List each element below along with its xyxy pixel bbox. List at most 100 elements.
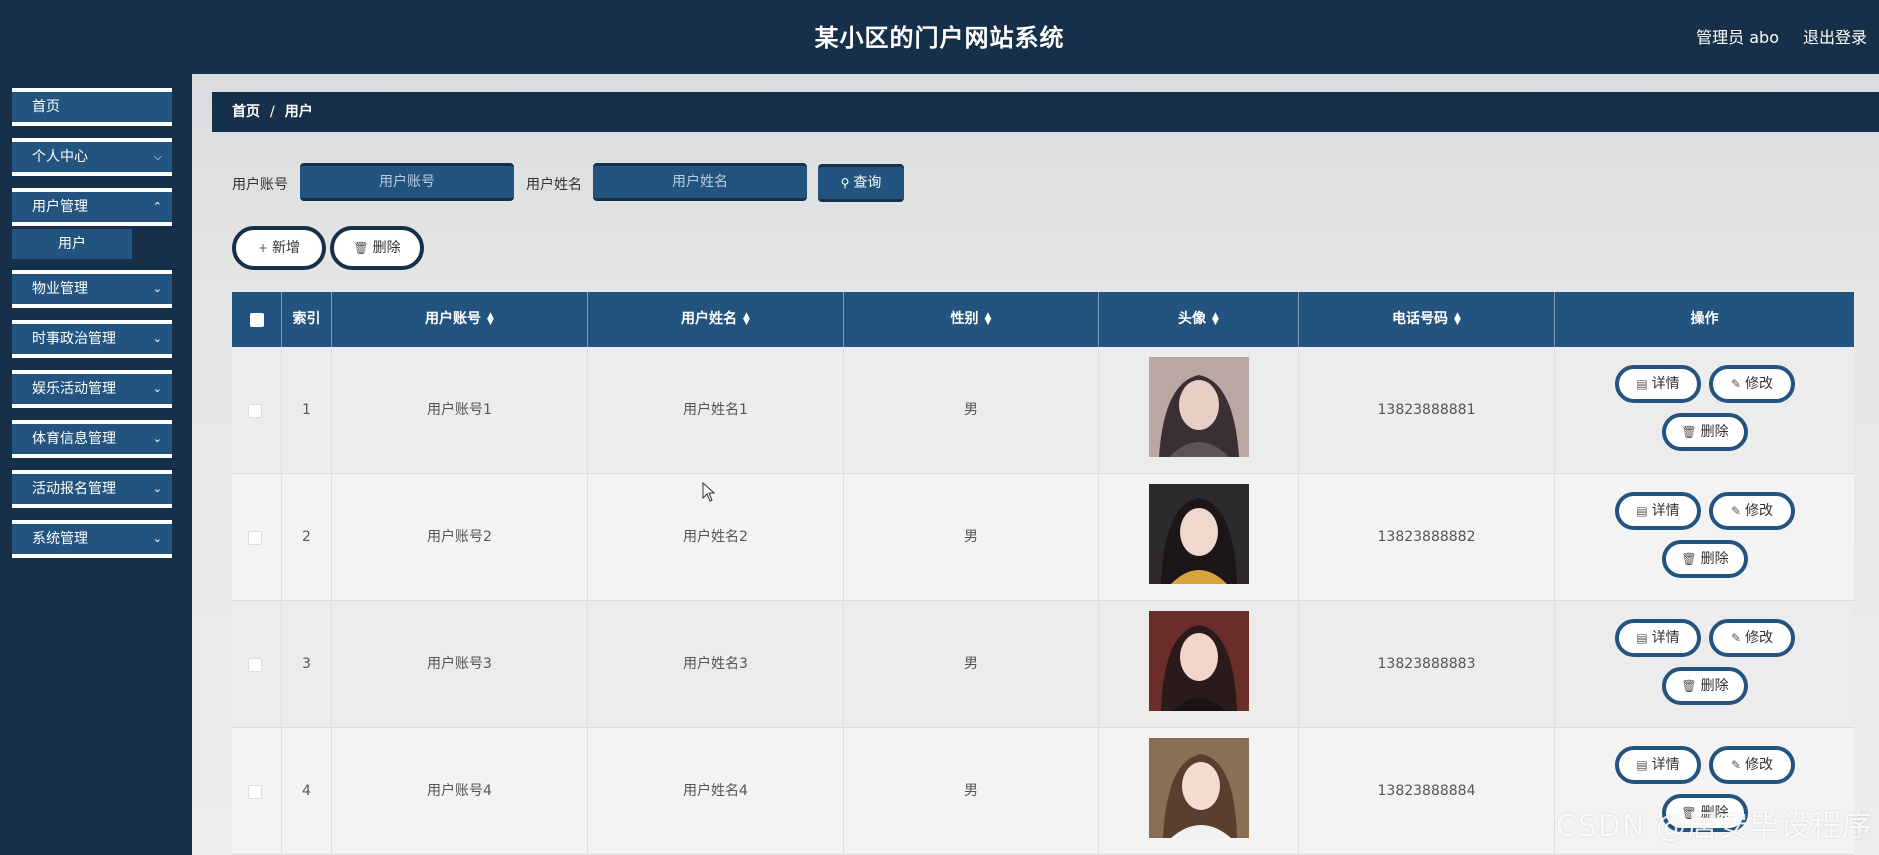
delete-button[interactable]: 🗑 删除	[1662, 413, 1748, 451]
column-header-label: 操作	[1690, 311, 1719, 327]
sort-icon[interactable]: ▲ ▼	[1212, 312, 1219, 327]
logout-link[interactable]: 退出登录	[1803, 24, 1867, 48]
avatar-image	[1149, 357, 1249, 457]
select-all-cell	[232, 292, 282, 347]
chevron-down-icon: ⌄	[152, 482, 162, 495]
chevron-down-icon: ⌄	[152, 432, 162, 445]
name-cell: 用户姓名3	[588, 601, 844, 728]
sidebar-item-politics[interactable]: 时事政治管理 ⌄	[12, 320, 172, 358]
account-cell: 用户账号4	[332, 728, 588, 855]
sidebar: 首页 个人中心 ⌵ 用户管理 ⌃ 用户 物业管理 ⌄ 时事政治管理 ⌄ 娱乐活动…	[0, 74, 192, 855]
column-header-label: 用户账号	[425, 311, 482, 327]
column-header-phone[interactable]: 电话号码 ▲ ▼	[1299, 292, 1555, 347]
column-header-index: 索引	[282, 292, 332, 347]
breadcrumb-separator: /	[270, 104, 275, 120]
delete-button[interactable]: 🗑 删除	[1662, 667, 1748, 705]
row-select-cell	[232, 474, 282, 601]
edit-button[interactable]: ✎ 修改	[1709, 619, 1795, 657]
index-cell: 4	[282, 728, 332, 855]
table-row: 3 用户账号3 用户姓名3 男 13823888883 ▤ 详情 ✎ 修改 🗑 删除	[232, 601, 1854, 728]
delete-button-label: 删除	[1700, 551, 1729, 567]
avatar-cell	[1099, 601, 1299, 728]
trash-icon: 🗑	[353, 241, 369, 255]
chevron-down-icon: ⌄	[152, 332, 162, 345]
index-cell: 3	[282, 601, 332, 728]
watermark-text: CSDN @居安毕设程序	[1555, 809, 1873, 844]
breadcrumb-current: 用户	[284, 104, 313, 120]
delete-button-label: 删除	[372, 240, 401, 256]
edit-button-label: 修改	[1745, 630, 1774, 646]
search-icon: ⚲	[840, 176, 850, 190]
sidebar-item-user-management[interactable]: 用户管理 ⌃	[12, 188, 172, 226]
index-cell: 2	[282, 474, 332, 601]
top-header: 某小区的门户网站系统 管理员 abo 退出登录	[0, 0, 1879, 74]
sidebar-subitem-user[interactable]: 用户	[12, 229, 132, 259]
actions-cell: ▤ 详情 ✎ 修改 🗑 删除	[1555, 601, 1854, 728]
sidebar-item-label: 活动报名管理	[32, 481, 116, 497]
column-header-label: 头像	[1178, 311, 1207, 327]
sidebar-item-property[interactable]: 物业管理 ⌄	[12, 270, 172, 308]
edit-button[interactable]: ✎ 修改	[1709, 746, 1795, 784]
detail-button[interactable]: ▤ 详情	[1615, 619, 1701, 657]
avatar-image	[1149, 611, 1249, 711]
detail-button-label: 详情	[1651, 503, 1680, 519]
breadcrumb: 首页 / 用户	[212, 92, 1879, 132]
actions-cell: ▤ 详情 ✎ 修改 🗑 删除	[1555, 347, 1854, 474]
sort-icon[interactable]: ▲ ▼	[985, 312, 992, 327]
edit-icon: ✎	[1730, 631, 1742, 645]
admin-name: 管理员 abo	[1696, 28, 1779, 47]
document-icon: ▤	[1636, 631, 1648, 645]
trash-icon: 🗑	[1681, 552, 1697, 566]
chevron-down-icon: ⌵	[153, 150, 162, 163]
delete-button[interactable]: 🗑 删除	[1662, 540, 1748, 578]
query-button[interactable]: ⚲ 查询	[818, 164, 904, 202]
sidebar-item-system[interactable]: 系统管理 ⌄	[12, 520, 172, 558]
detail-button-label: 详情	[1651, 630, 1680, 646]
detail-button[interactable]: ▤ 详情	[1615, 746, 1701, 784]
delete-button-label: 删除	[1700, 424, 1729, 440]
column-header-account[interactable]: 用户账号 ▲ ▼	[332, 292, 588, 347]
detail-button[interactable]: ▤ 详情	[1615, 492, 1701, 530]
sidebar-item-sports[interactable]: 体育信息管理 ⌄	[12, 420, 172, 458]
column-header-label: 性别	[950, 311, 979, 327]
sidebar-item-registration[interactable]: 活动报名管理 ⌄	[12, 470, 172, 508]
column-header-gender[interactable]: 性别 ▲ ▼	[844, 292, 1099, 347]
sort-icon[interactable]: ▲ ▼	[487, 312, 494, 327]
delete-button-label: 删除	[1700, 678, 1729, 694]
sort-icon[interactable]: ▲ ▼	[743, 312, 750, 327]
sidebar-item-entertainment[interactable]: 娱乐活动管理 ⌄	[12, 370, 172, 408]
avatar-cell	[1099, 474, 1299, 601]
sort-icon[interactable]: ▲ ▼	[1454, 312, 1461, 327]
column-header-name[interactable]: 用户姓名 ▲ ▼	[588, 292, 844, 347]
row-select-cell	[232, 347, 282, 474]
sidebar-item-home[interactable]: 首页	[12, 88, 172, 126]
avatar-image	[1149, 484, 1249, 584]
chevron-up-icon: ⌃	[152, 200, 162, 213]
breadcrumb-home[interactable]: 首页	[232, 104, 260, 120]
row-checkbox[interactable]	[248, 531, 262, 545]
add-button[interactable]: + 新增	[232, 226, 326, 270]
sidebar-item-personal-center[interactable]: 个人中心 ⌵	[12, 138, 172, 176]
select-all-checkbox[interactable]	[250, 313, 264, 327]
name-cell: 用户姓名2	[588, 474, 844, 601]
edit-button[interactable]: ✎ 修改	[1709, 492, 1795, 530]
plus-icon: +	[257, 241, 269, 255]
detail-button[interactable]: ▤ 详情	[1615, 365, 1701, 403]
batch-delete-button[interactable]: 🗑 删除	[330, 226, 424, 270]
row-select-cell	[232, 728, 282, 855]
column-header-avatar[interactable]: 头像 ▲ ▼	[1099, 292, 1299, 347]
phone-cell: 13823888882	[1299, 474, 1555, 601]
row-checkbox[interactable]	[248, 404, 262, 418]
query-button-label: 查询	[853, 175, 882, 191]
name-search-input[interactable]	[593, 163, 807, 201]
document-icon: ▤	[1636, 758, 1648, 772]
row-checkbox[interactable]	[248, 658, 262, 672]
sidebar-item-label: 用户管理	[32, 199, 88, 215]
gender-cell: 男	[844, 474, 1099, 601]
sidebar-item-label: 首页	[32, 99, 60, 115]
edit-button[interactable]: ✎ 修改	[1709, 365, 1795, 403]
column-header-actions: 操作	[1555, 292, 1854, 347]
row-checkbox[interactable]	[248, 785, 262, 799]
account-search-input[interactable]	[300, 163, 514, 201]
detail-button-label: 详情	[1651, 757, 1680, 773]
